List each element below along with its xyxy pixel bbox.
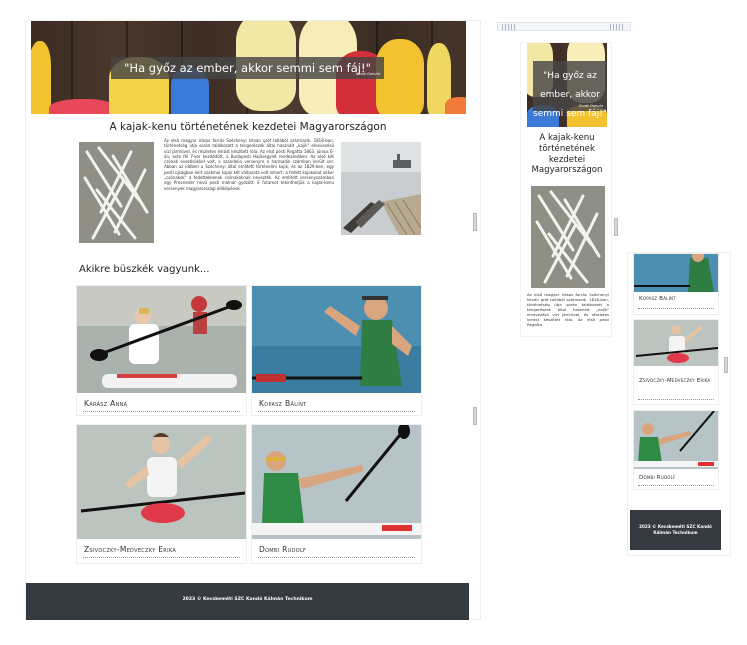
footer-text: 2023 © Kecskeméti SZC Kandó Kálmán Techn… bbox=[639, 524, 712, 535]
toolbar-tick-icon bbox=[508, 24, 509, 30]
footer-text: 2023 © Kecskeméti SZC Kandó Kálmán Techn… bbox=[182, 597, 313, 602]
athlete-name: Zsivoczky-Medveczky Erika bbox=[84, 545, 177, 554]
mobile-page-preview-top: "Ha győz az ember, akkor semmi sem fáj!"… bbox=[520, 42, 618, 337]
quote-text: "Ha győz az ember, akkor semmi sem fáj!" bbox=[124, 61, 371, 75]
athlete-card[interactable]: Kopasz Bálint bbox=[633, 253, 719, 315]
toolbar-tick-icon bbox=[511, 24, 512, 30]
mobile-page-preview-scrolled: Kopasz Bálint Zsivoczky-Medveczky Erika bbox=[627, 252, 731, 556]
toolbar-tick-icon bbox=[505, 24, 506, 30]
toolbar-tick-icon bbox=[616, 24, 617, 30]
athlete-photo bbox=[634, 254, 718, 292]
desktop-page-preview: "Ha győz az ember, akkor semmi sem fáj!"… bbox=[25, 20, 481, 620]
history-article: A kajak-kenu történetének kezdetei Magya… bbox=[74, 114, 422, 584]
athlete-photo bbox=[77, 425, 246, 539]
resize-handle[interactable] bbox=[473, 213, 477, 231]
athlete-name: Dombi Rudolf bbox=[259, 545, 307, 554]
toolbar-tick-icon bbox=[619, 24, 620, 30]
toolbar-tick-icon bbox=[514, 24, 515, 30]
athlete-card[interactable]: Kárász Anna bbox=[76, 285, 247, 416]
paddle-image bbox=[49, 99, 117, 114]
resize-handle[interactable] bbox=[614, 218, 618, 236]
toolbar-tick-icon bbox=[622, 24, 623, 30]
quote-author: Kozák Danuta bbox=[578, 104, 603, 108]
toolbar-tick-icon bbox=[502, 24, 503, 30]
athlete-name: Zsivoczky-Medveczky Erika bbox=[639, 378, 711, 384]
hero-banner: "Ha győz az ember, akkor semmi sem fáj!"… bbox=[527, 43, 607, 127]
quote-text: "Ha győz az ember, akkor semmi sem fáj!" bbox=[533, 71, 607, 119]
athletes-heading: Akikre büszkék vagyunk... bbox=[79, 264, 210, 275]
athlete-photo bbox=[634, 320, 718, 366]
athlete-card[interactable]: Kopasz Bálint bbox=[251, 285, 422, 416]
athlete-name: Kopasz Bálint bbox=[259, 399, 307, 408]
athlete-photo bbox=[252, 425, 421, 539]
article-body: Az első magyar írásos forrás Széchenyi I… bbox=[164, 138, 334, 191]
paddle-image bbox=[445, 97, 466, 114]
article-title: A kajak-kenu történetének kezdetei Magya… bbox=[531, 133, 603, 176]
site-footer: 2023 © Kecskeméti SZC Kandó Kálmán Techn… bbox=[26, 583, 469, 620]
article-title: A kajak-kenu történetének kezdetei Magya… bbox=[109, 121, 387, 133]
athlete-photo bbox=[634, 411, 718, 469]
resize-handle[interactable] bbox=[473, 407, 477, 425]
athlete-photo bbox=[77, 286, 246, 393]
athlete-card[interactable]: Dombi Rudolf bbox=[633, 410, 719, 490]
site-footer: 2023 © Kecskeméti SZC Kandó Kálmán Techn… bbox=[630, 510, 721, 550]
athlete-name: Kárász Anna bbox=[84, 399, 128, 408]
regatta-history-photo bbox=[341, 142, 421, 235]
quote-box: "Ha győz az ember, akkor semmi sem fáj!"… bbox=[111, 57, 384, 79]
paddle-image bbox=[31, 41, 51, 114]
athlete-card[interactable]: Zsivoczky-Medveczky Erika bbox=[633, 319, 719, 405]
athlete-photo bbox=[252, 286, 421, 393]
kayak-history-photo bbox=[531, 186, 605, 288]
athlete-card[interactable]: Zsivoczky-Medveczky Erika bbox=[76, 424, 247, 564]
resize-handle[interactable] bbox=[724, 357, 728, 373]
athlete-name: Dombi Rudolf bbox=[639, 475, 676, 481]
athlete-card[interactable]: Dombi Rudolf bbox=[251, 424, 422, 564]
article-body-excerpt: Az első magyar írásos forrás Széchenyi I… bbox=[527, 292, 609, 327]
quote-author: Kozák Danuta bbox=[355, 72, 380, 76]
kayak-history-photo bbox=[79, 142, 154, 243]
toolbar-tick-icon bbox=[610, 24, 611, 30]
toolbar-tick-icon bbox=[613, 24, 614, 30]
quote-box: "Ha győz az ember, akkor semmi sem fáj!"… bbox=[533, 61, 607, 119]
athlete-name: Kopasz Bálint bbox=[639, 296, 676, 302]
hero-banner: "Ha győz az ember, akkor semmi sem fáj!"… bbox=[31, 21, 466, 114]
browser-toolbar-strip bbox=[497, 22, 631, 31]
